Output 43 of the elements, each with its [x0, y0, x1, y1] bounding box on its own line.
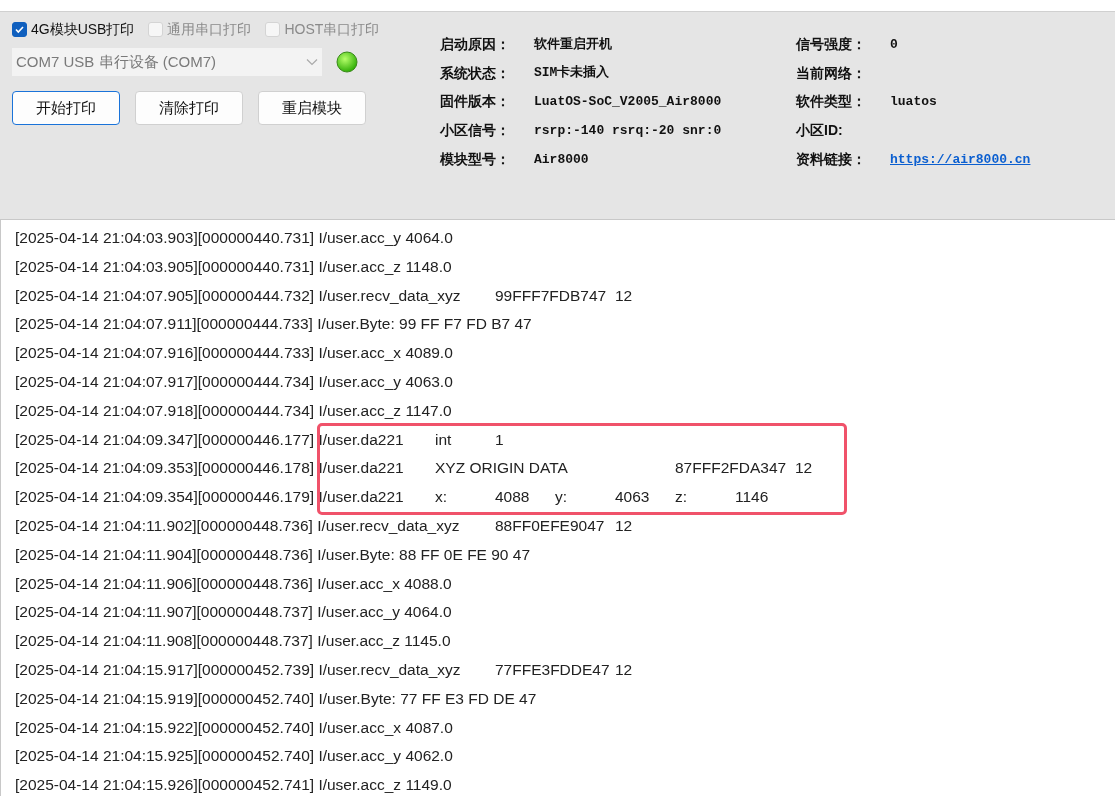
checkbox-label: 4G模块USB打印 — [31, 19, 135, 39]
log-line: [2025-04-14 21:04:07.911][000000444.733] I/user.Byte: 99 FF F7 FD B7 47 — [15, 314, 533, 335]
info-label: 系统状态： — [440, 63, 511, 83]
info-label: 固件版本： — [440, 92, 511, 112]
log-line: [2025-04-14 21:04:15.917][000000452.739] I/user.recv_data_xyz 77FFE3FDDE47 12 — [15, 659, 634, 680]
log-line: [2025-04-14 21:04:15.926][000000452.741] I/user.acc_z 1149.0 — [15, 775, 453, 796]
action-button[interactable]: 清除打印 — [135, 91, 243, 125]
info-value: 0 — [890, 35, 899, 54]
action-button[interactable]: 重启模块 — [258, 91, 366, 125]
log-line: [2025-04-14 21:04:15.919][000000452.740] I/user.Byte: 77 FF E3 FD DE 47 — [15, 688, 538, 709]
action-button[interactable]: 开始打印 — [12, 91, 120, 125]
log-line: [2025-04-14 21:04:11.908][000000448.737] I/user.acc_z 1145.0 — [15, 631, 452, 652]
info-link[interactable]: https://air8000.cn — [890, 149, 1115, 170]
info-value: 软件重启开机 — [534, 35, 613, 54]
log-line: [2025-04-14 21:04:11.907][000000448.737] I/user.acc_y 4064.0 — [15, 602, 453, 623]
info-label: 模块型号： — [440, 150, 511, 170]
info-label: 当前网络： — [796, 63, 867, 83]
checkbox[interactable] — [12, 21, 27, 37]
info-label: 软件类型： — [796, 92, 867, 112]
info-value: luatos — [890, 93, 938, 112]
log-line: [2025-04-14 21:04:15.925][000000452.740] I/user.acc_y 4062.0 — [15, 746, 454, 767]
chevron-down-icon — [306, 58, 318, 66]
log-line: [2025-04-14 21:04:07.916][000000444.733] I/user.acc_x 4089.0 — [15, 343, 454, 364]
info-label: 信号强度： — [796, 34, 867, 54]
log-line: [2025-04-14 21:04:15.922][000000452.740] I/user.acc_x 4087.0 — [15, 717, 454, 738]
info-label: 资料链接： — [796, 150, 867, 170]
log-line: [2025-04-14 21:04:07.918][000000444.734] I/user.acc_z 1147.0 — [15, 400, 453, 421]
info-value: Air8000 — [534, 150, 590, 169]
info-value: SIM卡未插入 — [534, 64, 611, 83]
info-label: 小区信号： — [440, 121, 511, 141]
checkbox-label: 通用串口打印 — [167, 19, 252, 39]
info-value: LuatOS-SoC_V2005_Air8000 — [534, 93, 723, 112]
info-label: 小区ID: — [796, 121, 844, 141]
log-line: [2025-04-14 21:04:07.917][000000444.734] I/user.acc_y 4063.0 — [15, 372, 454, 392]
checkbox-label: HOST串口打印 — [284, 19, 380, 39]
log-line: [2025-04-14 21:04:11.906][000000448.736] I/user.acc_x 4088.0 — [15, 573, 453, 594]
log-line: [2025-04-14 21:04:07.905][000000444.732] I/user.recv_data_xyz 99FFF7FDB747 12 — [15, 285, 634, 306]
log-line: [2025-04-14 21:04:11.902][000000448.736] I/user.recv_data_xyz 88FF0EFE9047 12 — [15, 515, 634, 536]
info-value: rsrp:-140 rsrq:-20 snr:0 — [534, 122, 723, 141]
info-label: 启动原因： — [440, 34, 511, 54]
log-line: [2025-04-14 21:04:03.905][000000440.731] I/user.acc_z 1148.0 — [15, 256, 453, 277]
log-line: [2025-04-14 21:04:03.903][000000440.731] I/user.acc_y 4064.0 — [15, 228, 454, 248]
log-line: [2025-04-14 21:04:11.904][000000448.736] I/user.Byte: 88 FF 0E FE 90 47 — [15, 544, 532, 565]
